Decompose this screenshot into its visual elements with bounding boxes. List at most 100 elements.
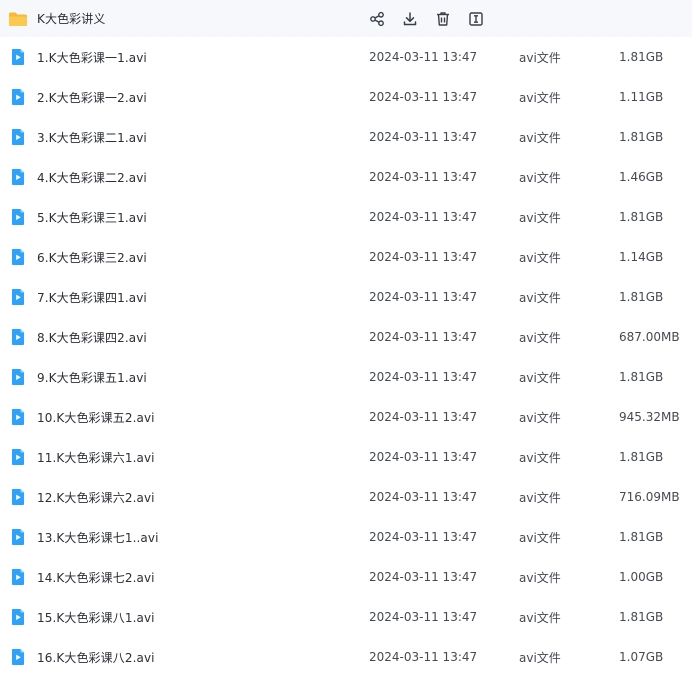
file-date: 2024-03-11 13:47 xyxy=(369,130,478,144)
file-type: avi文件 xyxy=(519,450,561,465)
file-type: avi文件 xyxy=(519,370,561,385)
file-type: avi文件 xyxy=(519,170,561,185)
file-date: 2024-03-11 13:47 xyxy=(369,570,478,584)
file-date: 2024-03-11 13:47 xyxy=(369,90,478,104)
file-size: 945.32MB xyxy=(619,410,680,424)
file-name: 11.K大色彩课六1.avi xyxy=(37,450,155,465)
file-row[interactable]: 11.K大色彩课六1.avi 2024-03-11 13:47 avi文件 1.81G… xyxy=(0,437,692,477)
file-date: 2024-03-11 13:47 xyxy=(369,50,478,64)
file-row[interactable]: 10.K大色彩课五2.avi 2024-03-11 13:47 avi文件 945.3… xyxy=(0,397,692,437)
file-row[interactable]: 12.K大色彩课六2.avi 2024-03-11 13:47 avi文件 716.0… xyxy=(0,477,692,517)
file-type: avi文件 xyxy=(519,410,561,425)
file-date: 2024-03-11 13:47 xyxy=(369,290,478,304)
file-name: 3.K大色彩课二1.avi xyxy=(37,130,147,145)
file-type: avi文件 xyxy=(519,650,561,665)
file-date: 2024-03-11 13:47 xyxy=(369,370,478,384)
file-row[interactable]: 1.K大色彩课一1.avi 2024-03-11 13:47 avi文件 1.81GB xyxy=(0,37,692,77)
folder-row[interactable]: K大色彩讲义 xyxy=(0,0,692,37)
file-row[interactable]: 15.K大色彩课八1.avi 2024-03-11 13:47 avi文件 1.81G… xyxy=(0,597,692,637)
video-file-icon xyxy=(9,128,27,146)
file-date: 2024-03-11 13:47 xyxy=(369,170,478,184)
file-size: 1.81GB xyxy=(619,450,664,464)
file-row[interactable]: 4.K大色彩课二2.avi 2024-03-11 13:47 avi文件 1.46GB xyxy=(0,157,692,197)
video-file-icon xyxy=(9,608,27,626)
file-name: 10.K大色彩课五2.avi xyxy=(37,410,155,425)
video-file-icon xyxy=(9,648,27,666)
file-type: avi文件 xyxy=(519,530,561,545)
file-row[interactable]: 13.K大色彩课七1..avi 2024-03-11 13:47 avi文件 1.81… xyxy=(0,517,692,557)
file-size: 1.14GB xyxy=(619,250,664,264)
file-name: 8.K大色彩课四2.avi xyxy=(37,330,147,345)
file-size: 1.07GB xyxy=(619,650,664,664)
file-row[interactable]: 16.K大色彩课八2.avi 2024-03-11 13:47 avi文件 1.07G… xyxy=(0,637,692,677)
file-name: 5.K大色彩课三1.avi xyxy=(37,210,147,225)
file-name: 12.K大色彩课六2.avi xyxy=(37,490,155,505)
video-file-icon xyxy=(9,208,27,226)
file-size: 1.46GB xyxy=(619,170,664,184)
download-icon[interactable] xyxy=(401,10,419,28)
file-size: 1.81GB xyxy=(619,50,664,64)
file-date: 2024-03-11 13:47 xyxy=(369,410,478,424)
file-date: 2024-03-11 13:47 xyxy=(369,650,478,664)
file-date: 2024-03-11 13:47 xyxy=(369,210,478,224)
file-size: 1.81GB xyxy=(619,210,664,224)
folder-icon xyxy=(8,11,28,27)
file-type: avi文件 xyxy=(519,210,561,225)
file-type: avi文件 xyxy=(519,290,561,305)
video-file-icon xyxy=(9,568,27,586)
file-type: avi文件 xyxy=(519,610,561,625)
file-list: K大色彩讲义 1.K大色彩课一1.avi 2024-03-11 13:47 av… xyxy=(0,0,692,677)
file-size: 1.11GB xyxy=(619,90,664,104)
video-file-icon xyxy=(9,328,27,346)
file-type: avi文件 xyxy=(519,50,561,65)
video-file-icon xyxy=(9,248,27,266)
file-row[interactable]: 5.K大色彩课三1.avi 2024-03-11 13:47 avi文件 1.81GB xyxy=(0,197,692,237)
video-file-icon xyxy=(9,368,27,386)
share-icon[interactable] xyxy=(368,10,386,28)
file-row[interactable]: 14.K大色彩课七2.avi 2024-03-11 13:47 avi文件 1.00G… xyxy=(0,557,692,597)
file-name: 16.K大色彩课八2.avi xyxy=(37,650,155,665)
file-type: avi文件 xyxy=(519,90,561,105)
file-row[interactable]: 6.K大色彩课三2.avi 2024-03-11 13:47 avi文件 1.14GB xyxy=(0,237,692,277)
file-name: 7.K大色彩课四1.avi xyxy=(37,290,147,305)
file-date: 2024-03-11 13:47 xyxy=(369,450,478,464)
video-file-icon xyxy=(9,488,27,506)
file-name: 6.K大色彩课三2.avi xyxy=(37,250,147,265)
file-name: 1.K大色彩课一1.avi xyxy=(37,50,147,65)
file-date: 2024-03-11 13:47 xyxy=(369,330,478,344)
file-size: 1.81GB xyxy=(619,610,664,624)
trash-icon[interactable] xyxy=(434,10,452,28)
file-name: 2.K大色彩课一2.avi xyxy=(37,90,147,105)
file-name: 14.K大色彩课七2.avi xyxy=(37,570,155,585)
file-row[interactable]: 7.K大色彩课四1.avi 2024-03-11 13:47 avi文件 1.81GB xyxy=(0,277,692,317)
file-type: avi文件 xyxy=(519,490,561,505)
file-name: 15.K大色彩课八1.avi xyxy=(37,610,155,625)
file-name: 9.K大色彩课五1.avi xyxy=(37,370,147,385)
file-type: avi文件 xyxy=(519,250,561,265)
video-file-icon xyxy=(9,48,27,66)
file-date: 2024-03-11 13:47 xyxy=(369,250,478,264)
file-size: 1.81GB xyxy=(619,130,664,144)
file-date: 2024-03-11 13:47 xyxy=(369,490,478,504)
video-file-icon xyxy=(9,88,27,106)
file-row[interactable]: 8.K大色彩课四2.avi 2024-03-11 13:47 avi文件 687.00… xyxy=(0,317,692,357)
file-size: 1.00GB xyxy=(619,570,664,584)
folder-actions xyxy=(368,0,500,37)
file-row[interactable]: 9.K大色彩课五1.avi 2024-03-11 13:47 avi文件 1.81GB xyxy=(0,357,692,397)
file-size: 687.00MB xyxy=(619,330,680,344)
file-size: 1.81GB xyxy=(619,290,664,304)
file-date: 2024-03-11 13:47 xyxy=(369,530,478,544)
file-date: 2024-03-11 13:47 xyxy=(369,610,478,624)
video-file-icon xyxy=(9,448,27,466)
file-size: 1.81GB xyxy=(619,370,664,384)
folder-name: K大色彩讲义 xyxy=(37,12,106,26)
file-name: 13.K大色彩课七1..avi xyxy=(37,530,159,545)
rename-icon[interactable] xyxy=(467,10,485,28)
video-file-icon xyxy=(9,288,27,306)
file-name: 4.K大色彩课二2.avi xyxy=(37,170,147,185)
file-size: 1.81GB xyxy=(619,530,664,544)
video-file-icon xyxy=(9,408,27,426)
file-row[interactable]: 2.K大色彩课一2.avi 2024-03-11 13:47 avi文件 1.11GB xyxy=(0,77,692,117)
video-file-icon xyxy=(9,528,27,546)
file-row[interactable]: 3.K大色彩课二1.avi 2024-03-11 13:47 avi文件 1.81GB xyxy=(0,117,692,157)
